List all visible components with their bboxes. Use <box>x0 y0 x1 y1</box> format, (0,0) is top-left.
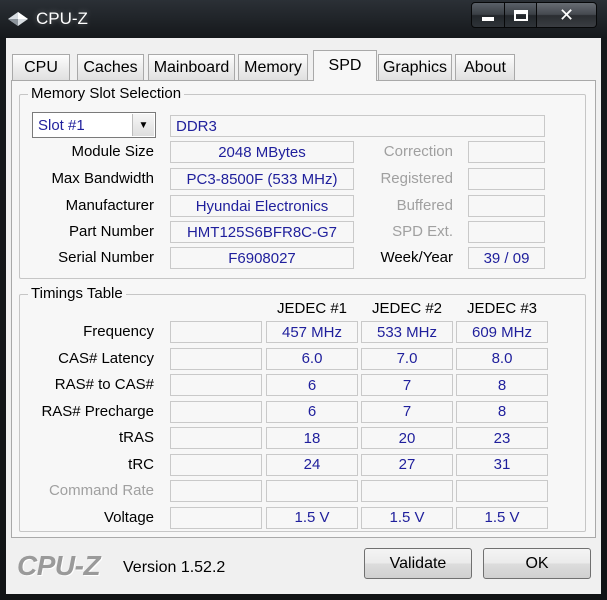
memory-type-value: DDR3 <box>170 115 545 137</box>
timing-value-jedec-2: 1.5 V <box>361 506 453 529</box>
spd-tab-panel: Memory Slot Selection Slot #1 ▼ DDR3 Mod… <box>11 80 596 538</box>
timing-value-jedec-2: 7 <box>361 400 453 423</box>
timing-value-jedec-1: 6.0 <box>266 347 358 370</box>
tab-graphics[interactable]: Graphics <box>378 54 452 80</box>
timing-value-jedec-3: 609 MHz <box>456 321 548 343</box>
spd-ext-label: SPD Ext. <box>392 223 453 240</box>
window-frame: CPU-Z ✕ CPU Caches Mainboard Memory SPD … <box>0 0 607 600</box>
max-bandwidth-label: Max Bandwidth <box>51 170 154 187</box>
timing-value-jedec-1 <box>266 480 358 502</box>
title-bar[interactable]: CPU-Z ✕ <box>0 0 607 38</box>
manufacturer-label: Manufacturer <box>65 197 154 214</box>
timing-row-label: RAS# Precharge <box>41 402 154 420</box>
timing-row-blank-cell <box>170 374 262 396</box>
tab-caches[interactable]: Caches <box>77 54 144 80</box>
timing-row-blank-cell <box>170 480 262 502</box>
timing-value-jedec-3: 23 <box>456 427 548 449</box>
timing-row-label: Frequency <box>83 323 154 340</box>
timing-value-jedec-1: 6 <box>266 374 358 396</box>
timing-row-label: tRAS <box>118 429 154 446</box>
tab-cpu[interactable]: CPU <box>12 54 70 80</box>
tab-memory[interactable]: Memory <box>238 54 308 80</box>
minimize-button[interactable] <box>471 2 505 28</box>
timing-row-label: Command Rate <box>48 482 154 499</box>
timing-value-jedec-1: 457 MHz <box>266 321 358 343</box>
client-area: CPU Caches Mainboard Memory SPD Graphics… <box>6 38 601 594</box>
cpu-z-logo: CPU-Z <box>17 550 101 581</box>
timing-row-blank-cell <box>170 453 262 476</box>
timing-value-jedec-3: 1.5 V <box>456 506 548 529</box>
timing-value-jedec-1: 6 <box>266 400 358 423</box>
timing-row-blank-cell <box>170 427 262 449</box>
timing-row-label: CAS# Latency <box>58 349 154 367</box>
timing-value-jedec-1: 24 <box>266 453 358 476</box>
validate-button[interactable]: Validate <box>364 548 472 579</box>
caption-buttons: ✕ <box>471 2 597 30</box>
timing-row-label: RAS# to CAS# <box>54 376 154 393</box>
timing-value-jedec-2: 20 <box>361 427 453 449</box>
timing-value-jedec-3: 8.0 <box>456 347 548 370</box>
serial-number-label: Serial Number <box>58 249 154 266</box>
registered-value <box>468 168 545 190</box>
timing-row-blank-cell <box>170 347 262 370</box>
part-number-value: HMT125S6BFR8C-G7 <box>170 221 354 243</box>
ok-button[interactable]: OK <box>483 548 591 579</box>
spd-ext-value <box>468 221 545 243</box>
week-year-value: 39 / 09 <box>468 247 545 269</box>
timing-value-jedec-2: 7.0 <box>361 347 453 370</box>
timing-row-blank-cell <box>170 400 262 423</box>
tab-mainboard[interactable]: Mainboard <box>148 54 235 80</box>
column-header-jedec-1: JEDEC #1 <box>276 300 348 317</box>
correction-label: Correction <box>383 143 453 160</box>
timing-row-blank-cell <box>170 506 262 529</box>
manufacturer-value: Hyundai Electronics <box>170 195 354 217</box>
timing-value-jedec-3 <box>456 480 548 502</box>
minimize-icon <box>482 17 494 21</box>
buffered-label: Buffered <box>396 197 453 214</box>
window-title: CPU-Z <box>36 9 88 28</box>
column-header-jedec-3: JEDEC #3 <box>466 300 538 317</box>
timing-value-jedec-1: 1.5 V <box>266 506 358 529</box>
timing-value-jedec-3: 31 <box>456 453 548 476</box>
timing-row-blank-cell <box>170 321 262 343</box>
timing-row-label: tRC <box>128 455 154 473</box>
timing-value-jedec-3: 8 <box>456 400 548 423</box>
registered-label: Registered <box>380 170 453 187</box>
maximize-button[interactable] <box>505 2 537 28</box>
timing-value-jedec-3: 8 <box>456 374 548 396</box>
buffered-value <box>468 195 545 217</box>
timing-row-label: Voltage <box>103 508 154 526</box>
module-size-value: 2048 MBytes <box>170 141 354 163</box>
week-year-label: Week/Year <box>380 249 453 266</box>
correction-value <box>468 141 545 163</box>
max-bandwidth-value: PC3-8500F (533 MHz) <box>170 168 354 190</box>
timing-value-jedec-1: 18 <box>266 427 358 449</box>
column-header-jedec-2: JEDEC #2 <box>371 300 443 317</box>
maximize-icon <box>513 9 528 21</box>
part-number-label: Part Number <box>68 223 154 240</box>
timing-value-jedec-2: 27 <box>361 453 453 476</box>
slot-select[interactable]: Slot #1 ▼ <box>32 112 156 138</box>
timing-value-jedec-2 <box>361 480 453 502</box>
timing-value-jedec-2: 533 MHz <box>361 321 453 343</box>
tab-spd[interactable]: SPD <box>313 50 377 81</box>
memory-slot-selection-group: Memory Slot Selection Slot #1 ▼ DDR3 Mod… <box>19 85 586 279</box>
tab-about[interactable]: About <box>455 54 515 80</box>
module-size-label: Module Size <box>71 143 154 160</box>
group-title: Memory Slot Selection <box>28 85 185 102</box>
group-title: Timings Table <box>28 285 126 302</box>
slot-select-value: Slot #1 <box>38 116 85 134</box>
serial-number-value: F6908027 <box>170 247 354 269</box>
timing-value-jedec-2: 7 <box>361 374 453 396</box>
close-button[interactable]: ✕ <box>537 2 597 28</box>
cpu-z-app-icon <box>8 12 28 26</box>
timings-table-group: Timings Table JEDEC #1 JEDEC #2 JEDEC #3… <box>19 285 586 532</box>
chevron-down-icon[interactable]: ▼ <box>132 114 154 136</box>
close-icon: ✕ <box>558 4 575 26</box>
version-label: Version 1.52.2 <box>123 559 226 576</box>
